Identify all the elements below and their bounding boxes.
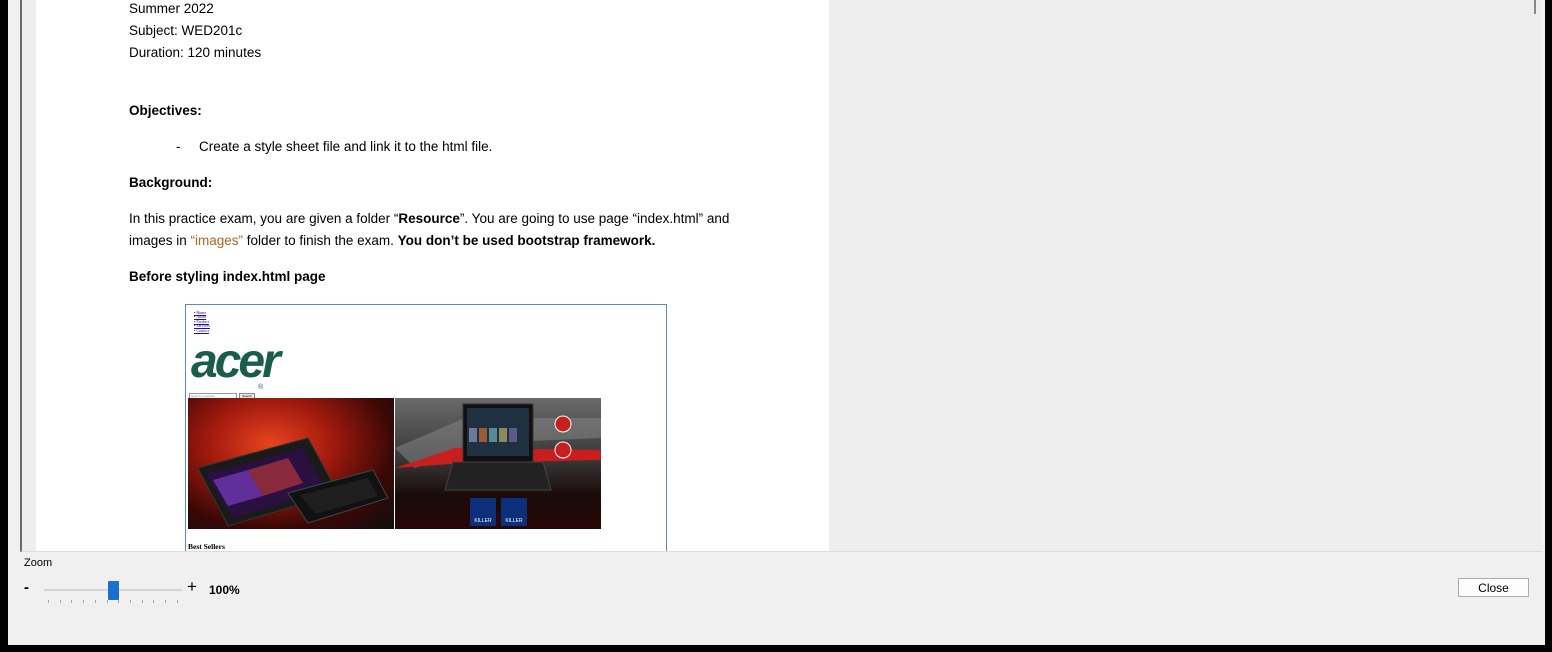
objectives-heading: Objectives: — [129, 103, 202, 118]
objective-bullet: - — [176, 139, 181, 154]
acer-logo: acer — [191, 335, 281, 388]
background-paragraph-line-1: In this practice exam, you are given a f… — [129, 208, 729, 230]
tick — [59, 600, 61, 603]
registered-mark: ® — [258, 384, 264, 391]
document-viewer[interactable]: Summer 2022 Subject: WED201c Duration: 1… — [20, 0, 1542, 552]
zoom-out-button[interactable]: - — [24, 579, 29, 596]
bg-text-images: “images” — [190, 233, 244, 248]
index-page-preview: Home About Product Services Contact acer… — [185, 304, 667, 551]
tick — [83, 600, 85, 603]
bg-text-2a: images in — [129, 233, 191, 248]
bg-text-bootstrap: You don’t be used bootstrap framework. — [397, 233, 656, 248]
objective-item: Create a style sheet file and link it to… — [199, 139, 493, 154]
laptop-image-2: KILLER KILLER — [395, 398, 601, 529]
document-page: Summer 2022 Subject: WED201c Duration: 1… — [36, 0, 829, 551]
preview-nav-item: Contact — [194, 328, 210, 333]
bg-text-1c: ”. You are going to use page “index.html… — [459, 211, 730, 226]
zoom-value: 100% — [209, 583, 240, 597]
laptop-illustration-1 — [197, 437, 389, 527]
preview-nav-list: Home About Product Services Contact — [194, 310, 210, 333]
background-heading: Background: — [129, 175, 213, 190]
tick — [71, 600, 73, 603]
duration-line: Duration: 120 minutes — [129, 45, 262, 60]
best-sellers-heading: Best Sellers — [188, 542, 225, 551]
killer-badge-2: KILLER — [505, 518, 523, 524]
killer-badge-1: KILLER — [474, 518, 492, 524]
tick — [153, 600, 155, 603]
zoom-in-button[interactable]: + — [187, 577, 197, 597]
dialog-window: Summer 2022 Subject: WED201c Duration: 1… — [8, 0, 1545, 645]
bg-text-1a: In this practice exam, you are given a f… — [129, 211, 399, 226]
tick — [48, 600, 49, 603]
background-paragraph-line-2: images in “images” folder to finish the … — [129, 230, 655, 252]
tick — [141, 600, 143, 603]
laptop-illustration-2 — [395, 403, 601, 526]
zoom-label: Zoom — [24, 557, 53, 569]
laptop-image-1 — [188, 398, 394, 529]
close-button[interactable]: Close — [1458, 578, 1529, 597]
zoom-slider-ticks — [48, 600, 178, 605]
subject-line: Subject: WED201c — [129, 23, 243, 38]
tick — [130, 600, 132, 603]
tick — [106, 600, 108, 603]
season-line: Summer 2022 — [129, 1, 214, 16]
tick — [176, 600, 178, 603]
before-styling-heading: Before styling index.html page — [129, 269, 326, 284]
bg-text-2c: folder to finish the exam. — [243, 233, 398, 248]
bg-text-resource: Resource — [398, 211, 460, 226]
tick — [118, 600, 120, 603]
vertical-scrollbar-thumb[interactable] — [1534, 0, 1536, 14]
tick — [94, 600, 96, 603]
tick — [165, 600, 167, 603]
zoom-slider-thumb[interactable] — [108, 581, 119, 600]
